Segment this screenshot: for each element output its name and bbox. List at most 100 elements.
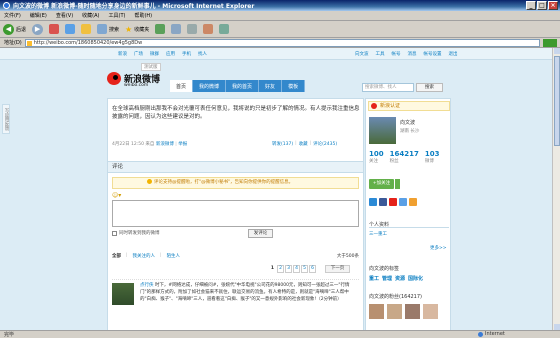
address-label: 地址(D) xyxy=(4,40,22,46)
nav-my-home[interactable]: 我的首页 xyxy=(226,80,260,92)
topnav-account[interactable]: 帐号 xyxy=(392,51,401,57)
stat-following[interactable]: 100 关注 xyxy=(369,150,384,164)
post-meta: 4月22日 12:50 来自 新浪微博 | 举报 转发(137) | 收藏 | … xyxy=(112,141,338,147)
filter-following[interactable]: 我关注的人 xyxy=(133,253,156,259)
nav-home[interactable]: 首页 xyxy=(170,80,194,92)
mail-icon[interactable] xyxy=(171,24,182,34)
history-icon[interactable] xyxy=(155,24,166,34)
share-weibo-icon[interactable] xyxy=(389,198,397,206)
tag-item[interactable]: 资源 xyxy=(395,275,405,282)
topnav-tools[interactable]: 工具 xyxy=(376,51,385,57)
scroll-up-icon[interactable] xyxy=(554,48,560,54)
post-report[interactable]: 举报 xyxy=(178,142,187,147)
feedback-tab[interactable]: 写应用反馈 xyxy=(2,104,10,134)
site-search-button[interactable]: 搜索 xyxy=(416,83,443,92)
tag-item[interactable]: 重工 xyxy=(369,275,379,282)
profile-stats: 100 关注 164217 粉丝 103 微博 xyxy=(369,150,439,164)
forward-link[interactable]: 转发(137) xyxy=(272,141,293,147)
page-1[interactable]: 1 xyxy=(269,265,276,273)
address-input[interactable]: http://weibo.com/1860850420/ew4g5g8Dw xyxy=(24,38,540,47)
topnav-apps[interactable]: 应用 xyxy=(166,51,175,57)
search-button[interactable]: 搜索 xyxy=(97,24,119,34)
scroll-thumb[interactable] xyxy=(554,56,560,146)
more-link[interactable]: 更多>> xyxy=(430,245,447,251)
profile-name[interactable]: 向文波 xyxy=(400,119,415,126)
stat-posts[interactable]: 103 微博 xyxy=(425,150,440,164)
smiley-icon[interactable]: ☺▾ xyxy=(112,192,121,199)
fan-avatar[interactable] xyxy=(405,304,420,319)
menu-tools[interactable]: 工具(T) xyxy=(109,12,126,19)
stop-icon[interactable] xyxy=(49,24,60,34)
maximize-button[interactable]: □ xyxy=(537,1,547,10)
page-3[interactable]: 3 xyxy=(285,265,292,273)
topnav-mobile[interactable]: 手机 xyxy=(182,51,191,57)
share-icons xyxy=(369,198,417,206)
refresh-icon[interactable] xyxy=(65,24,76,34)
commenter-name[interactable]: 点行侠 xyxy=(140,283,154,288)
print-icon[interactable] xyxy=(187,24,198,34)
fan-avatar[interactable] xyxy=(369,304,384,319)
edit-icon[interactable] xyxy=(203,24,214,34)
next-page-button[interactable]: 下一页 xyxy=(325,265,350,273)
filter-all[interactable]: 全部 xyxy=(112,253,121,259)
sync-forward-option[interactable]: 同时转发到我的微博 xyxy=(112,230,160,236)
menu-edit[interactable]: 编辑(E) xyxy=(30,12,47,19)
tag-item[interactable]: 管理 xyxy=(382,275,392,282)
messenger-icon[interactable] xyxy=(219,24,230,34)
forward-button[interactable]: ▶ xyxy=(32,23,44,35)
follow-dropdown-icon[interactable] xyxy=(395,179,400,189)
nav-friends[interactable]: 好友 xyxy=(259,80,283,92)
menu-help[interactable]: 帮助(H) xyxy=(134,12,152,19)
sync-forward-label: 同时转发到我的微博 xyxy=(119,231,160,236)
page-4[interactable]: 4 xyxy=(293,265,300,273)
topnav-group[interactable]: 微群 xyxy=(150,51,159,57)
weibo-logo-icon[interactable] xyxy=(107,72,121,85)
favorites-button[interactable]: ★ 收藏夹 xyxy=(125,25,149,34)
fan-avatar[interactable] xyxy=(387,304,402,319)
topnav-square[interactable]: 广场 xyxy=(134,51,143,57)
back-button[interactable]: ◀ 后退 xyxy=(3,23,26,35)
share-qq-icon[interactable] xyxy=(369,198,377,206)
window-title: 向文波的微博 新浪微博-随时随地分享身边的新鲜事儿 - Microsoft In… xyxy=(13,3,255,10)
fan-avatar[interactable] xyxy=(423,304,438,319)
topnav-find[interactable]: 找人 xyxy=(198,51,207,57)
minimize-button[interactable]: _ xyxy=(526,1,536,10)
window-titlebar: 向文波的微博 新浪微博-随时随地分享身边的新鲜事儿 - Microsoft In… xyxy=(0,0,560,11)
menu-file[interactable]: 文件(F) xyxy=(4,12,21,19)
share-more-icon[interactable] xyxy=(409,198,417,206)
profile-avatar[interactable] xyxy=(369,117,396,144)
commenter-avatar[interactable] xyxy=(112,283,134,305)
filter-stranger[interactable]: 陌生人 xyxy=(167,253,181,259)
submit-comment-button[interactable]: 发评论 xyxy=(248,229,273,238)
home-icon[interactable] xyxy=(81,24,92,34)
site-search-input[interactable]: 搜索微博、找人 xyxy=(362,83,414,92)
vertical-scrollbar[interactable] xyxy=(552,48,560,330)
page-2[interactable]: 2 xyxy=(277,265,284,273)
favorite-link[interactable]: 收藏 xyxy=(299,141,308,147)
tag-item[interactable]: 国际化 xyxy=(408,275,423,282)
comment-body: 时下，#网络达成，仔细被问#，张婉代"中华电视"公司花的98000元，则知可一张… xyxy=(140,283,350,302)
menu-view[interactable]: 查看(V) xyxy=(56,12,73,19)
follow-button[interactable]: +加关注 xyxy=(369,179,394,189)
menu-favorites[interactable]: 收藏(A) xyxy=(82,12,99,19)
nav-my-weibo[interactable]: 我的微博 xyxy=(193,80,227,92)
topnav-messages[interactable]: 消息 xyxy=(408,51,417,57)
sync-forward-checkbox[interactable] xyxy=(112,230,117,236)
topnav-logout[interactable]: 退出 xyxy=(449,51,458,57)
page-5[interactable]: 5 xyxy=(301,265,308,273)
stat-fans[interactable]: 164217 粉丝 xyxy=(390,150,419,164)
nav-templates[interactable]: 模板 xyxy=(282,80,306,92)
comment-link[interactable]: 评论(2435) xyxy=(313,141,337,147)
go-button[interactable] xyxy=(543,38,557,47)
profile-company[interactable]: 三一重工 xyxy=(369,231,387,237)
comment-textarea[interactable] xyxy=(112,200,359,227)
share-mail-icon[interactable] xyxy=(399,198,407,206)
page-6[interactable]: 6 xyxy=(309,265,316,273)
main-panel: 在全球高档厨刚出那我不会对光覆可表任何意见，我将说的只是初步了解的情况。有人提示… xyxy=(107,98,364,330)
share-renren-icon[interactable] xyxy=(379,198,387,206)
close-button[interactable]: × xyxy=(548,1,558,10)
topnav-user[interactable]: 向文波 xyxy=(355,51,369,57)
post-source[interactable]: 新浪微博 xyxy=(156,142,174,147)
topnav-settings[interactable]: 帐号设置 xyxy=(424,51,442,57)
topnav-sina[interactable]: 新浪 xyxy=(118,51,127,57)
